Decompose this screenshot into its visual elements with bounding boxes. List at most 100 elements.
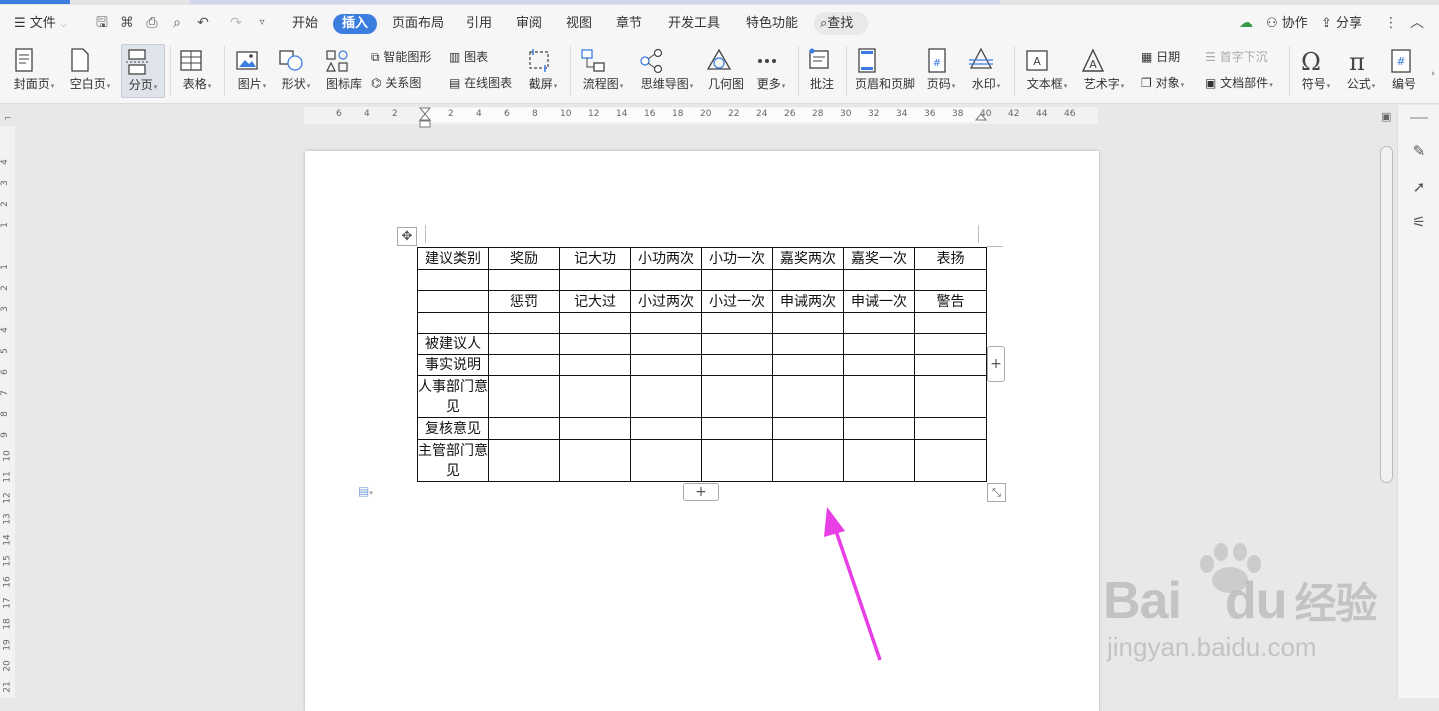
symbol-button[interactable]: Ω 符号▾ — [1296, 44, 1336, 98]
table-move-handle-icon[interactable]: ✥ — [397, 227, 417, 246]
tab-special-features[interactable]: 特色功能 — [746, 14, 798, 34]
search-button[interactable]: ⌕查找 — [814, 12, 868, 35]
table-cell[interactable]: 记大功 — [559, 247, 631, 270]
table-cell[interactable] — [488, 417, 560, 440]
table-cell[interactable] — [843, 269, 915, 291]
table-cell[interactable] — [772, 333, 844, 355]
add-row-button[interactable]: + — [683, 483, 719, 501]
table-cell[interactable]: 惩罚 — [488, 290, 560, 313]
table-cell[interactable] — [772, 312, 844, 334]
page-break-button[interactable]: 分页▾ — [121, 44, 165, 98]
table-cell[interactable]: 小过一次 — [701, 290, 773, 313]
table-cell[interactable] — [843, 333, 915, 355]
table-cell[interactable]: 警告 — [914, 290, 987, 313]
table-cell[interactable] — [630, 312, 702, 334]
cloud-sync-icon[interactable]: ☁ — [1238, 15, 1254, 31]
table-cell[interactable] — [843, 439, 915, 482]
print-preview-icon[interactable]: ⌕ — [169, 15, 185, 31]
doc-parts-button[interactable]: ▣ 文档部件▾ — [1205, 73, 1273, 93]
table-cell[interactable]: 嘉奖一次 — [843, 247, 915, 270]
table-cell[interactable] — [914, 333, 987, 355]
document-table[interactable]: 建议类别 奖励 记大功 小功两次 小功一次 嘉奖两次 嘉奖一次 表扬 惩罚 记大过 小过两次 小过一次… — [417, 247, 987, 482]
table-cell[interactable] — [843, 354, 915, 376]
table-cell[interactable]: 申诫一次 — [843, 290, 915, 313]
table-cell[interactable]: 建议类别 — [417, 247, 489, 270]
table-cell[interactable] — [559, 375, 631, 418]
paste-options-icon[interactable]: ▤▾ — [358, 484, 373, 498]
formula-button[interactable]: π 公式▾ — [1342, 44, 1380, 98]
table-cell[interactable] — [701, 354, 773, 376]
table-cell[interactable]: 人事部门意见 — [417, 375, 489, 418]
page-number-button[interactable]: # 页码▾ — [922, 44, 960, 98]
table-button[interactable]: 表格▾ — [176, 44, 218, 98]
customize-toolbar-icon[interactable]: ▿ — [254, 15, 270, 31]
table-cell[interactable] — [630, 417, 702, 440]
table-cell[interactable] — [701, 333, 773, 355]
table-cell[interactable] — [630, 333, 702, 355]
table-cell[interactable] — [843, 417, 915, 440]
ruler-corner-icon[interactable]: ⌐ — [4, 114, 12, 124]
scrollbar-thumb[interactable] — [1380, 146, 1393, 483]
print-icon[interactable]: ⎙ — [144, 15, 160, 31]
table-cell[interactable] — [559, 417, 631, 440]
table-resize-handle-icon[interactable]: ⤡ — [987, 483, 1006, 502]
table-cell[interactable] — [417, 269, 489, 291]
table-cell[interactable] — [488, 333, 560, 355]
table-cell[interactable] — [701, 439, 773, 482]
mind-map-button[interactable]: 思维导图▾ — [636, 44, 698, 98]
table-cell[interactable]: 事实说明 — [417, 354, 489, 376]
comment-button[interactable]: 批注 — [804, 44, 840, 98]
redo-icon[interactable]: ↷ — [228, 15, 244, 31]
table-cell[interactable] — [630, 354, 702, 376]
shape-button[interactable]: 形状▾ — [276, 44, 316, 98]
text-box-button[interactable]: A 文本框▾ — [1022, 44, 1072, 98]
smart-graphic-button[interactable]: ⧉ 智能图形 — [371, 47, 431, 67]
cover-page-button[interactable]: 封面页▾ — [8, 44, 60, 98]
header-footer-button[interactable]: 页眉和页脚 — [852, 44, 918, 98]
tab-chapter[interactable]: 章节 — [616, 14, 642, 34]
ruler-toggle-icon[interactable]: ▣ — [1381, 110, 1391, 123]
table-cell[interactable] — [701, 375, 773, 418]
table-cell[interactable] — [488, 312, 560, 334]
add-column-button[interactable]: + — [987, 346, 1005, 382]
word-art-button[interactable]: A 艺术字▾ — [1078, 44, 1130, 98]
collab-button[interactable]: ⚇ 协作 — [1266, 14, 1308, 34]
table-cell[interactable]: 嘉奖两次 — [772, 247, 844, 270]
table-cell[interactable]: 主管部门意见 — [417, 439, 489, 482]
table-cell[interactable]: 申诫两次 — [772, 290, 844, 313]
table-cell[interactable] — [488, 354, 560, 376]
table-cell[interactable] — [843, 375, 915, 418]
chart-button[interactable]: ▥ 图表 — [449, 47, 488, 67]
picture-button[interactable]: 图片▾ — [232, 44, 272, 98]
table-cell[interactable] — [772, 269, 844, 291]
tab-start[interactable]: 开始 — [292, 14, 318, 34]
table-cell[interactable]: 表扬 — [914, 247, 987, 270]
collapse-ribbon-icon[interactable]: ︿ — [1409, 15, 1425, 31]
share-button[interactable]: ⇪ 分享 — [1321, 14, 1362, 34]
table-cell[interactable] — [559, 269, 631, 291]
table-cell[interactable] — [772, 375, 844, 418]
table-cell[interactable] — [701, 417, 773, 440]
table-cell[interactable] — [559, 354, 631, 376]
more-options-icon[interactable]: ⋮ — [1383, 15, 1399, 31]
table-cell[interactable]: 复核意见 — [417, 417, 489, 440]
tab-view[interactable]: 视图 — [566, 14, 592, 34]
table-cell[interactable] — [559, 312, 631, 334]
undo-icon[interactable]: ↶ — [195, 15, 211, 31]
table-cell[interactable] — [630, 375, 702, 418]
table-cell[interactable] — [914, 312, 987, 334]
table-cell[interactable]: 被建议人 — [417, 333, 489, 355]
ribbon-scroll-icon[interactable]: › — [1425, 66, 1439, 82]
table-cell[interactable] — [701, 269, 773, 291]
table-cell[interactable] — [559, 439, 631, 482]
table-cell[interactable] — [559, 333, 631, 355]
table-cell[interactable]: 小功两次 — [630, 247, 702, 270]
icon-library-button[interactable]: 图标库 — [322, 44, 366, 98]
table-cell[interactable] — [843, 312, 915, 334]
drop-cap-button[interactable]: ☰ 首字下沉 — [1205, 47, 1268, 67]
geometry-button[interactable]: 几何图 — [704, 44, 748, 98]
select-cursor-icon[interactable]: ➚ — [1410, 178, 1428, 196]
date-button[interactable]: ▦ 日期 — [1141, 47, 1180, 67]
flowchart-button[interactable]: 流程图▾ — [578, 44, 628, 98]
table-cell[interactable] — [914, 269, 987, 291]
